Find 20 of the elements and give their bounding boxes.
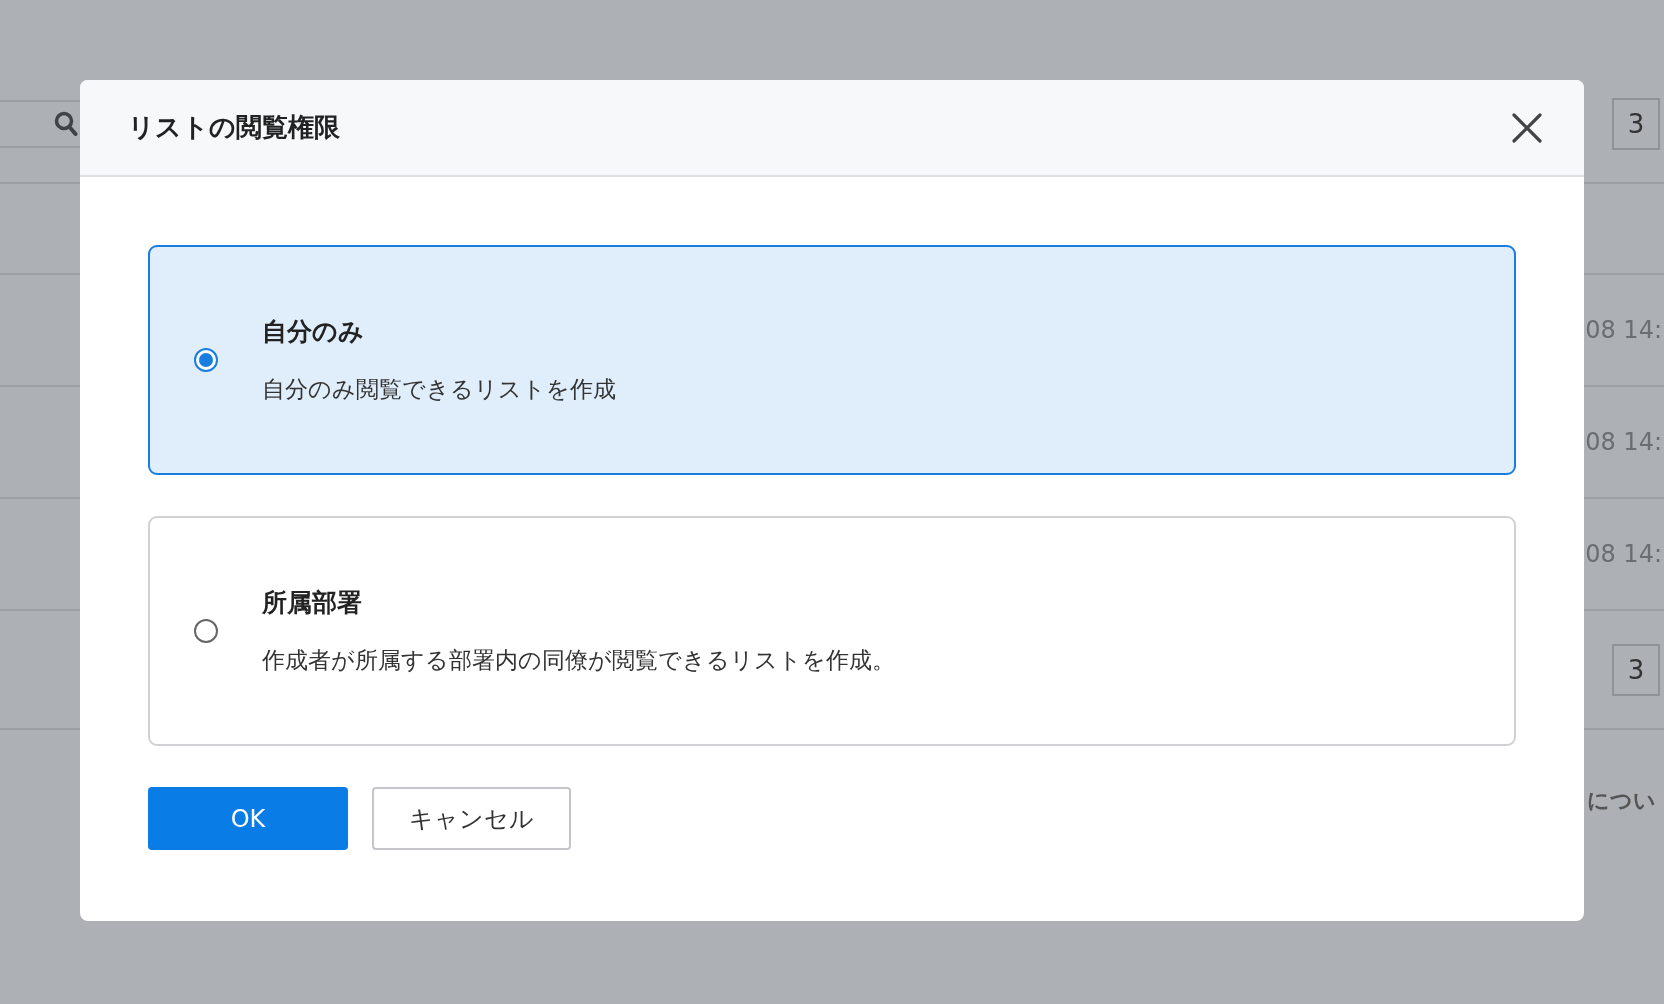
radio-button[interactable] — [194, 348, 218, 372]
option-card[interactable]: 自分のみ 自分のみ閲覧できるリストを作成 — [148, 245, 1516, 475]
radio-button[interactable] — [194, 619, 218, 643]
row-timestamp: 08 14: — [1585, 428, 1663, 456]
ok-button[interactable]: OK — [148, 787, 348, 850]
option-description: 自分のみ閲覧できるリストを作成 — [262, 375, 616, 404]
page-button[interactable]: 3 — [1612, 98, 1660, 150]
row-timestamp: 08 14: — [1585, 316, 1663, 344]
close-button[interactable] — [1510, 110, 1544, 145]
row-timestamp: 08 14: — [1585, 540, 1663, 568]
option-title: 自分のみ — [262, 316, 365, 348]
footer-link[interactable]: につい — [1587, 786, 1656, 816]
option-card[interactable]: 所属部署 作成者が所属する部署内の同僚が閲覧できるリストを作成。 — [148, 516, 1516, 746]
close-icon — [1510, 110, 1544, 145]
dialog-title: リストの閲覧権限 — [128, 111, 340, 144]
cancel-button[interactable]: キャンセル — [372, 787, 571, 850]
option-title: 所属部署 — [262, 587, 363, 619]
page-button[interactable]: 3 — [1612, 643, 1660, 696]
option-description: 作成者が所属する部署内の同僚が閲覧できるリストを作成。 — [262, 646, 895, 675]
search-icon — [54, 111, 78, 137]
